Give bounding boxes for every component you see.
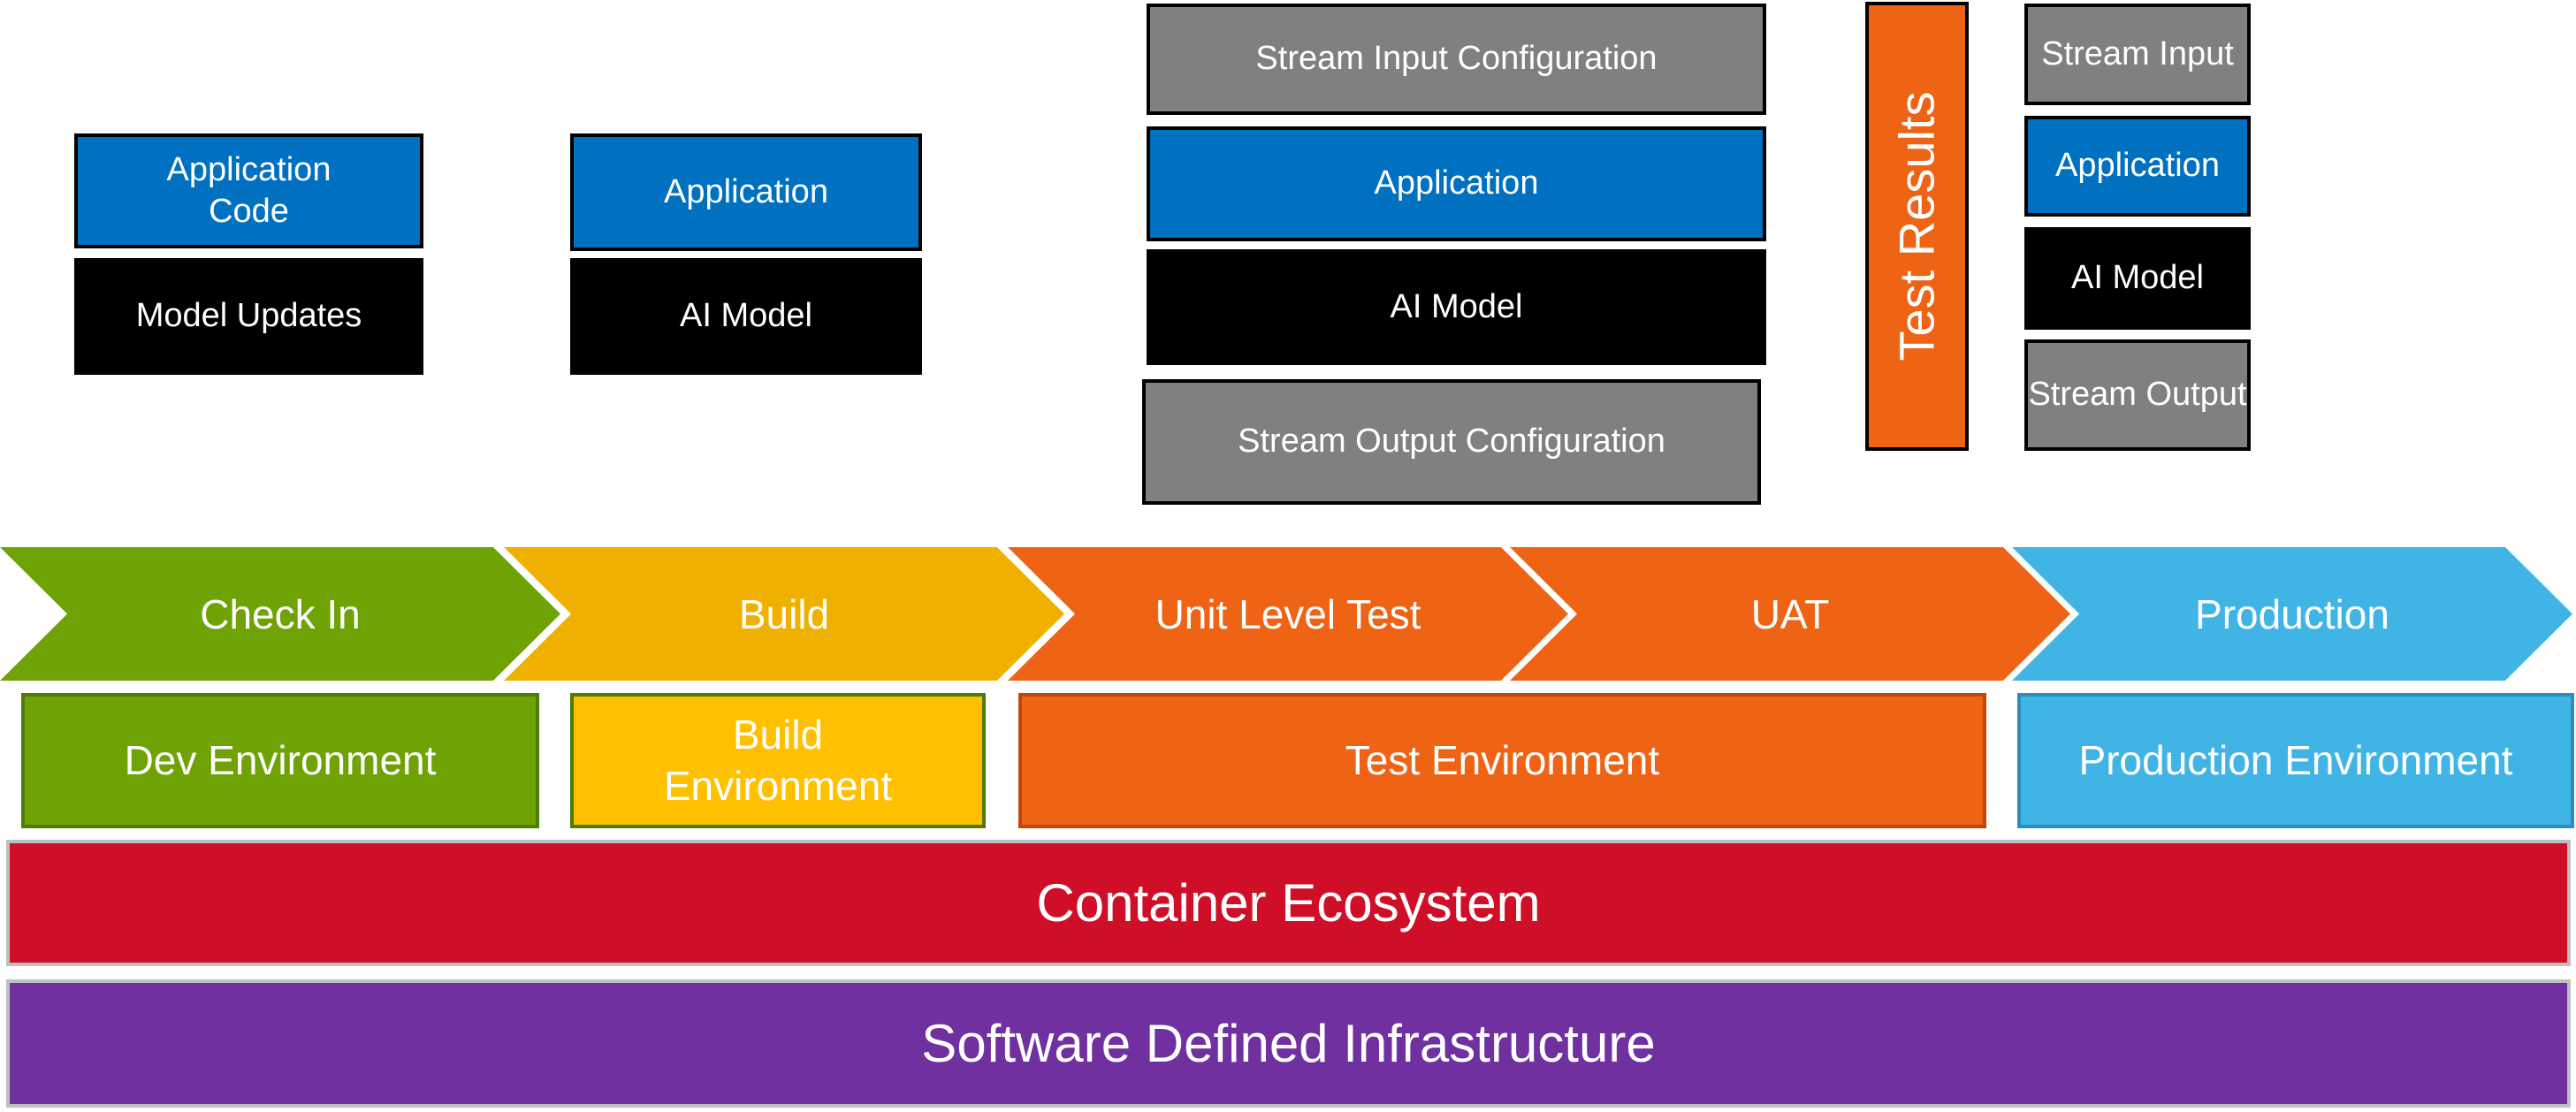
container-ecosystem-layer: Container Ecosystem	[6, 840, 2571, 966]
test-results-panel: Test Results	[1865, 2, 1969, 451]
test-stream-input-config: Stream Input Configuration	[1147, 4, 1766, 115]
prod-stream-output: Stream Output	[2024, 339, 2251, 451]
prod-ai-model: AI Model	[2024, 227, 2251, 330]
test-results-label: Test Results	[1888, 91, 1945, 362]
dev-environment: Dev Environment	[21, 693, 539, 828]
stage-check-in: Check In	[0, 547, 560, 681]
stage-production: Production	[2012, 547, 2572, 681]
stage-unit-level-test: Unit Level Test	[1008, 547, 1568, 681]
dev-application-code: Application Code	[74, 133, 423, 248]
production-environment: Production Environment	[2017, 693, 2574, 828]
stage-build: Build	[504, 547, 1064, 681]
prod-stream-input: Stream Input	[2024, 4, 2251, 105]
build-environment: Build Environment	[570, 693, 986, 828]
build-ai-model: AI Model	[570, 258, 922, 375]
test-ai-model: AI Model	[1147, 249, 1766, 365]
test-application: Application	[1147, 126, 1766, 241]
build-application: Application	[570, 133, 922, 251]
software-defined-infrastructure-layer: Software Defined Infrastructure	[6, 979, 2571, 1108]
prod-application: Application	[2024, 116, 2251, 217]
stage-uat: UAT	[1510, 547, 2070, 681]
test-stream-output-config: Stream Output Configuration	[1142, 379, 1761, 505]
test-environment: Test Environment	[1018, 693, 1986, 828]
dev-model-updates: Model Updates	[74, 258, 423, 375]
